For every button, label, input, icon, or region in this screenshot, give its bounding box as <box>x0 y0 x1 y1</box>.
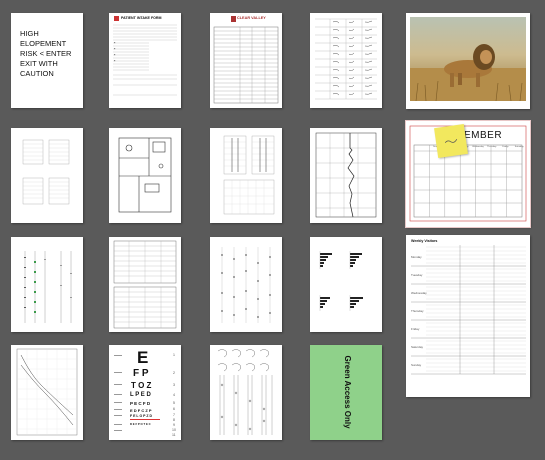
thumbnail-data-form[interactable] <box>109 237 181 332</box>
thumbnail-weekly-visitors[interactable]: Weekly Visitors Monday Tuesday Wednesday… <box>406 235 530 397</box>
visitors-lines <box>411 245 526 375</box>
thumbnail-dot-grid[interactable] <box>210 237 282 332</box>
thumbnail-dense-table[interactable] <box>11 128 83 223</box>
sign-line-1: HIGH <box>20 29 39 38</box>
bar-charts-drawing <box>319 251 363 311</box>
thumbnail-elopement-sign[interactable]: HIGH ELOPEMENT RISK < ENTER EXIT WITH CA… <box>11 13 83 108</box>
thumbnail-green-access-sign[interactable]: Green Access Only <box>310 345 382 440</box>
handwritten-table-grid <box>315 18 377 100</box>
thumbnail-floor-plan[interactable] <box>109 128 181 223</box>
sign-line-3: RISK < ENTER <box>20 49 72 58</box>
thumbnail-sign-language-chart[interactable] <box>210 345 282 440</box>
calendar-grid <box>409 125 527 222</box>
growth-chart-drawing <box>16 348 78 436</box>
thumbnail-patient-intake-form[interactable]: PATIENT INTAKE FORM <box>109 13 181 108</box>
sign-language-drawing <box>217 349 273 435</box>
floor-plan-drawing <box>118 137 172 213</box>
form-lines <box>113 24 177 96</box>
thumbnail-lion-photo[interactable] <box>406 13 530 109</box>
clear-valley-table <box>213 26 279 104</box>
thumbnail-bar-charts[interactable] <box>310 237 382 332</box>
sticky-note-scribble <box>444 138 458 144</box>
column-chart-drawing <box>24 251 72 323</box>
thumbnail-eye-chart[interactable]: E F P T O Z L P E D P E C F D E D F C Z … <box>109 345 181 440</box>
thumbnail-column-chart[interactable] <box>11 237 83 332</box>
data-form-drawing <box>113 240 177 329</box>
green-sign-text: Green Access Only <box>343 355 352 429</box>
sign-line-5: CAUTION <box>20 69 54 78</box>
sign-line-4: EXIT WITH <box>20 59 58 68</box>
thumbnail-grid-charts[interactable] <box>210 128 282 223</box>
grid-charts-drawing <box>223 135 275 215</box>
dense-table-blocks <box>22 139 70 205</box>
thumbnail-growth-chart[interactable] <box>11 345 83 440</box>
thumbnail-calendar[interactable]: EMBER Sunday Monday Tuesday Wednesday Th… <box>405 120 531 228</box>
sign-line-2: ELOPEMENT <box>20 39 67 48</box>
sticky-note[interactable] <box>434 124 468 158</box>
thumbnail-handwritten-table[interactable] <box>310 13 382 108</box>
lion-photo-image <box>410 17 526 102</box>
dot-grid-drawing <box>221 247 271 323</box>
thumbnail-ecg-chart[interactable] <box>310 128 382 223</box>
ecg-chart-drawing <box>315 132 377 218</box>
eye-chart-left-marks <box>114 355 122 431</box>
thumbnail-clear-valley-form[interactable]: CLEAR VALLEY <box>210 13 282 108</box>
